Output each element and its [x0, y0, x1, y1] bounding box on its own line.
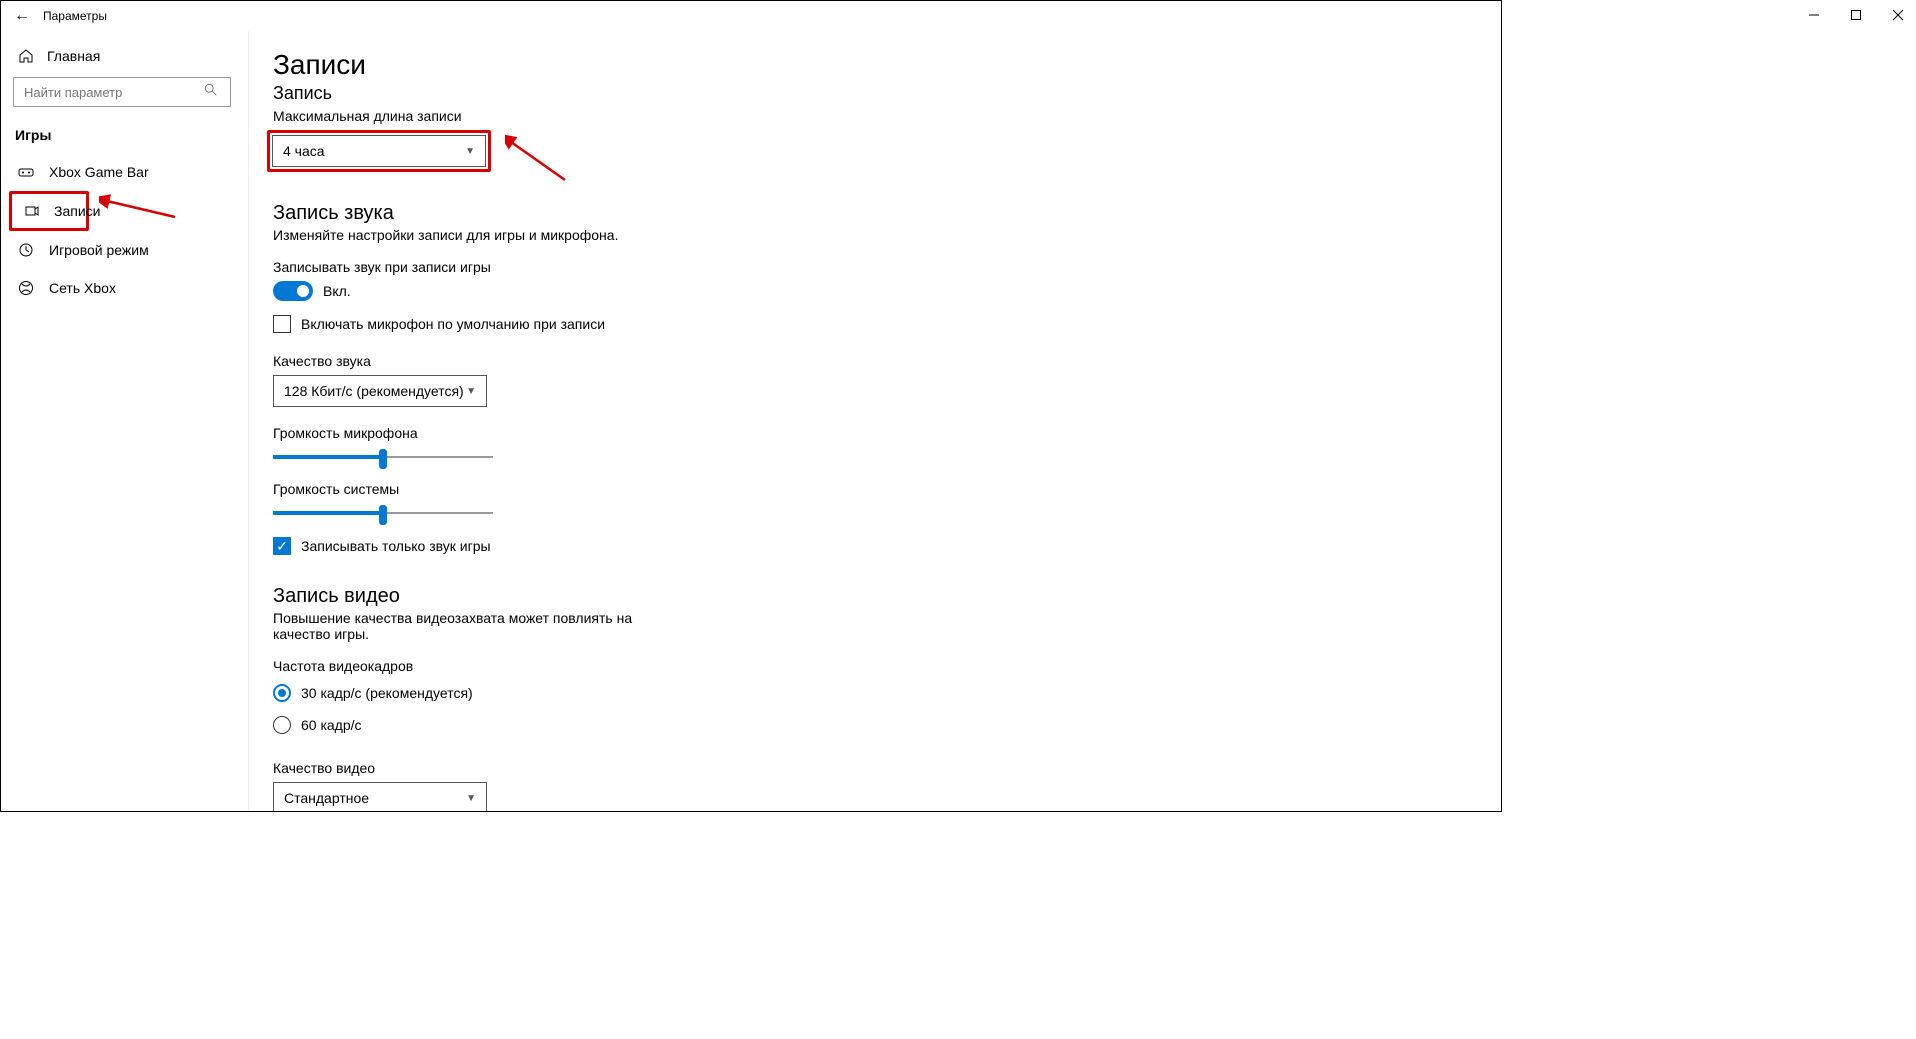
minimize-button[interactable] — [1800, 4, 1828, 26]
game-audio-only-checkbox[interactable]: ✓ — [273, 537, 291, 555]
window-title: Параметры — [37, 9, 1495, 23]
search-input[interactable] — [13, 77, 231, 107]
fps-30-radio[interactable] — [273, 684, 291, 702]
sidebar: Главная Игры Xbox Game Bar — [1, 31, 249, 811]
section-subtitle: Запись — [273, 83, 1501, 104]
sidebar-item-xbox-game-bar[interactable]: Xbox Game Bar — [1, 153, 248, 191]
video-quality-value: Стандартное — [284, 790, 369, 806]
annotation-arrow-icon — [99, 193, 179, 223]
record-audio-toggle[interactable] — [273, 281, 313, 301]
back-button[interactable]: ← — [7, 7, 37, 25]
audio-quality-value: 128 Кбит/с (рекомендуется) — [284, 383, 464, 399]
include-mic-checkbox[interactable] — [273, 315, 291, 333]
audio-section-desc: Изменяйте настройки записи для игры и ми… — [273, 227, 633, 243]
main-content: Записи Запись Максимальная длина записи … — [249, 31, 1501, 811]
fps-60-label: 60 кадр/с — [301, 717, 362, 733]
fps-60-radio[interactable] — [273, 716, 291, 734]
sidebar-item-xbox-network[interactable]: Сеть Xbox — [1, 269, 248, 307]
audio-quality-select[interactable]: 128 Кбит/с (рекомендуется) ▼ — [273, 375, 487, 407]
mic-volume-label: Громкость микрофона — [273, 425, 1501, 441]
home-icon — [17, 47, 35, 65]
video-quality-label: Качество видео — [273, 760, 1501, 776]
maximize-button[interactable] — [1842, 4, 1870, 26]
xbox-icon — [17, 279, 35, 297]
max-length-label: Максимальная длина записи — [273, 108, 1501, 124]
home-label: Главная — [47, 48, 100, 64]
page-title: Записи — [273, 49, 1501, 81]
sys-volume-label: Громкость системы — [273, 481, 1501, 497]
sidebar-item-label: Сеть Xbox — [49, 280, 116, 296]
chevron-down-icon: ▼ — [466, 793, 476, 804]
annotation-arrow-icon — [505, 134, 585, 184]
sidebar-item-captures[interactable]: Записи — [14, 196, 84, 226]
sidebar-item-label: Записи — [54, 203, 100, 219]
mic-volume-slider[interactable] — [273, 447, 493, 467]
fps-label: Частота видеокадров — [273, 658, 1501, 674]
game-bar-icon — [17, 163, 35, 181]
sidebar-item-label: Игровой режим — [49, 242, 149, 258]
chevron-down-icon: ▼ — [466, 386, 476, 397]
record-audio-label: Записывать звук при записи игры — [273, 259, 1501, 275]
video-quality-select[interactable]: Стандартное ▼ — [273, 782, 487, 811]
video-section-title: Запись видео — [273, 585, 1501, 608]
captures-icon — [24, 202, 40, 220]
fps-30-label: 30 кадр/с (рекомендуется) — [301, 685, 473, 701]
max-length-select[interactable]: 4 часа ▼ — [272, 135, 486, 167]
home-link[interactable]: Главная — [1, 37, 248, 75]
game-mode-icon — [17, 241, 35, 259]
sidebar-item-game-mode[interactable]: Игровой режим — [1, 231, 248, 269]
include-mic-label: Включать микрофон по умолчанию при запис… — [301, 316, 605, 332]
game-audio-only-label: Записывать только звук игры — [301, 538, 491, 554]
toggle-on-label: Вкл. — [323, 283, 351, 299]
group-title: Игры — [1, 117, 248, 153]
title-bar: ← Параметры — [1, 1, 1501, 31]
close-button[interactable] — [1884, 4, 1912, 26]
chevron-down-icon: ▼ — [465, 146, 475, 157]
sys-volume-slider[interactable] — [273, 503, 493, 523]
audio-section-title: Запись звука — [273, 202, 1501, 225]
video-section-desc: Повышение качества видеозахвата может по… — [273, 610, 633, 642]
max-length-value: 4 часа — [283, 143, 325, 159]
sidebar-item-label: Xbox Game Bar — [49, 164, 149, 180]
audio-quality-label: Качество звука — [273, 353, 1501, 369]
